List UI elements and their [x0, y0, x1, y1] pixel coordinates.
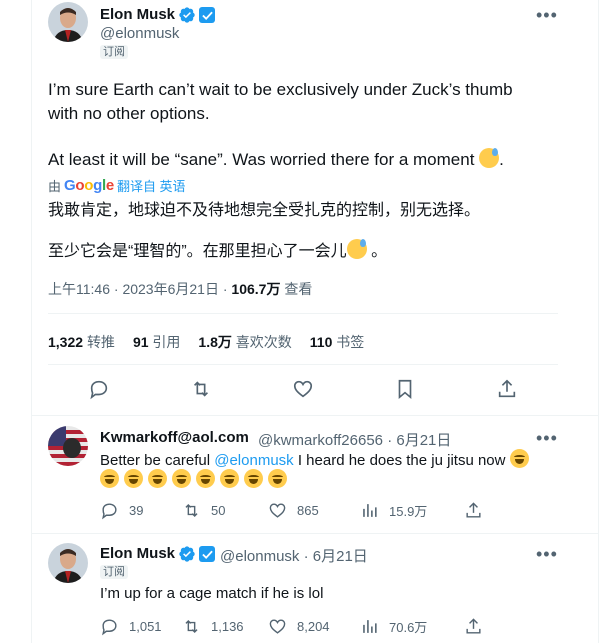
avatar[interactable]: [48, 2, 88, 42]
translate-link[interactable]: 翻译自 英语: [117, 176, 186, 195]
like-icon[interactable]: [292, 378, 314, 400]
reply-action-bar: 1,051 1,136 8,204 70.6万: [100, 617, 483, 636]
author-name[interactable]: Elon Musk: [100, 545, 175, 562]
rofl-emoji-icon: [196, 469, 215, 488]
reply-date[interactable]: · 6月21日: [387, 432, 451, 449]
reply-icon: [102, 503, 117, 520]
divider: [32, 533, 598, 534]
reply-text: Better be careful @elonmusk I heard he d…: [100, 449, 529, 471]
tweet-text-segment: At least it will be “sane”. Was worried …: [48, 150, 475, 169]
reply-icon[interactable]: [88, 378, 110, 400]
verified-icon: [179, 7, 195, 23]
share-icon: [466, 502, 481, 518]
translated-text-period: 。: [371, 243, 388, 260]
like-button[interactable]: 8,204: [268, 617, 360, 636]
translated-text-segment: 至少它会是“理智的”。在那里担心了一会儿: [48, 243, 347, 260]
translated-text-line: 至少它会是“理智的”。在那里担心了一会儿 。: [48, 239, 387, 264]
tweet-text-line: At least it will be “sane”. Was worried …: [48, 148, 504, 172]
views-count: 106.7万: [231, 281, 281, 297]
tweet-action-bar: [48, 378, 558, 400]
subscriber-badge-icon: [199, 7, 215, 23]
subscribe-badge[interactable]: 订阅: [100, 45, 128, 59]
like-button[interactable]: 865: [268, 501, 360, 520]
reply-button[interactable]: 1,051: [100, 617, 182, 636]
rofl-emoji-icon: [100, 469, 119, 488]
engagement-stats: 1,322 转推 91 引用 1.8万 喜欢次数 110 书签: [48, 332, 364, 352]
subscriber-badge-icon: [199, 546, 215, 562]
like-icon: [269, 503, 286, 518]
retweet-button[interactable]: 1,136: [182, 617, 268, 636]
reply-button[interactable]: 39: [100, 501, 182, 520]
tweet-time[interactable]: 上午11:46: [48, 281, 110, 297]
tweet-text-line: with no other options.: [48, 104, 210, 123]
frame-border-right: [598, 0, 599, 643]
translated-text-line: 我敢肯定，地球迫不及待地想完全受扎克的控制，别无选择。: [48, 202, 481, 219]
views-icon: [363, 620, 377, 633]
share-button[interactable]: [464, 617, 483, 636]
translate-prefix: 由: [48, 179, 62, 194]
divider: [48, 313, 558, 314]
quotes-stat[interactable]: 91 引用: [133, 332, 180, 352]
reply-date[interactable]: · 6月21日: [304, 548, 368, 565]
author-handle[interactable]: @elonmusk: [100, 25, 179, 42]
retweet-icon: [185, 503, 198, 518]
retweets-stat[interactable]: 1,322 转推: [48, 332, 115, 352]
bookmarks-stat[interactable]: 110 书签: [310, 332, 364, 352]
laughing-emoji-icon: [509, 449, 529, 468]
likes-stat[interactable]: 1.8万 喜欢次数: [198, 332, 291, 352]
author-name[interactable]: Elon Musk: [100, 6, 175, 23]
laughing-emoji-icon: [268, 469, 287, 488]
author-handle[interactable]: @elonmusk · 6月21日: [220, 545, 368, 566]
tweet-date[interactable]: 2023年6月21日: [122, 281, 219, 297]
translation-attribution: 由 Google 翻译自 英语: [48, 176, 186, 195]
retweet-button[interactable]: 50: [182, 501, 268, 520]
tweet-meta: 上午11:46 · 2023年6月21日 · 106.7万 查看: [48, 281, 313, 297]
mention-link[interactable]: @elonmusk: [214, 452, 293, 469]
joy-emoji-icon: [220, 469, 239, 488]
bookmark-icon[interactable]: [394, 378, 416, 400]
emoji-row: [100, 469, 287, 488]
frame-border-left: [31, 0, 32, 643]
sweat-smile-emoji-icon: [346, 239, 367, 259]
divider: [48, 364, 558, 365]
google-logo: Google: [64, 177, 114, 194]
more-icon[interactable]: •••: [536, 6, 558, 24]
joy-emoji-icon: [124, 469, 143, 488]
more-icon[interactable]: •••: [536, 545, 558, 563]
reply-icon: [102, 619, 117, 636]
share-icon[interactable]: [496, 378, 518, 400]
divider: [32, 415, 598, 416]
avatar[interactable]: [48, 426, 88, 466]
author-handle[interactable]: @kwmarkoff26656 · 6月21日: [258, 429, 451, 450]
share-icon: [466, 618, 481, 634]
cat-joy-emoji-icon: [148, 469, 167, 488]
tweet-text-line: I’m sure Earth can’t wait to be exclusiv…: [48, 80, 513, 99]
retweet-icon[interactable]: [190, 378, 212, 400]
views-button[interactable]: 70.6万: [360, 617, 464, 636]
laughing-emoji-icon: [172, 469, 191, 488]
cat-joy-emoji-icon: [244, 469, 263, 488]
author-badges: [178, 545, 215, 563]
retweet-icon: [185, 619, 198, 634]
more-icon[interactable]: •••: [536, 429, 558, 447]
subscribe-badge[interactable]: 订阅: [100, 565, 128, 579]
views-icon: [363, 504, 377, 517]
avatar[interactable]: [48, 543, 88, 583]
verified-icon: [179, 546, 195, 562]
like-icon: [269, 619, 286, 634]
views-button[interactable]: 15.9万: [360, 501, 464, 520]
author-badges: [178, 6, 215, 24]
tweet-text-period: .: [499, 150, 504, 169]
views-label: 查看: [284, 281, 313, 297]
sweat-smile-emoji-icon: [479, 148, 500, 168]
reply-action-bar: 39 50 865 15.9万: [100, 501, 483, 520]
reply-text: I’m up for a cage match if he is lol: [100, 585, 324, 602]
author-name[interactable]: Kwmarkoff@aol.com: [100, 429, 249, 446]
share-button[interactable]: [464, 501, 483, 520]
